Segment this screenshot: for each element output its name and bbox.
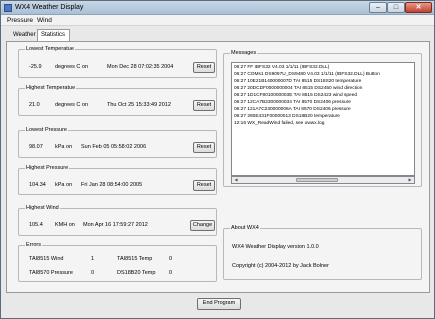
highest-wind-group: Highest Wind 105.4 KMH on Mon Apr 16 17:…	[18, 205, 217, 236]
highest-temperature-value: 21.0	[29, 102, 40, 108]
menu-bar: Pressure Wind	[1, 15, 434, 26]
highest-pressure-date: Fri Jan 28 08:54:00 2005	[81, 182, 143, 188]
highest-wind-value: 105.4	[29, 222, 43, 228]
messages-group: Messages 06:27 FF IBFS32 V4.03 1/1/11 (I…	[223, 50, 422, 187]
copyright-text: Copyright (c) 2004-2012 by Jack Bolner	[232, 263, 329, 269]
messages-listbox[interactable]: 06:27 FF IBFS32 V4.03 1/1/11 (IBFS32.DLL…	[231, 62, 415, 176]
main-window: WX4 Weather Display – □ ✕ Pressure Wind …	[0, 0, 435, 319]
group-title: Highest Temperatue	[25, 85, 77, 91]
lowest-pressure-value: 98.07	[29, 144, 43, 150]
error-label: DS18B20 Temp	[117, 270, 156, 276]
error-label: TAI8570 Pressure	[29, 270, 73, 276]
reset-highest-temperature-button[interactable]: Reset	[193, 100, 215, 111]
group-title: Lowest Pressure	[25, 127, 68, 133]
log-line: 06:27 121A7C230000006A TAI 8570 DS2406 p…	[234, 107, 351, 112]
messages-horizontal-scrollbar[interactable]: ◀ ▶	[231, 176, 415, 184]
scrollbar-thumb[interactable]	[296, 178, 338, 182]
highest-temperature-unit: degrees C on	[55, 102, 89, 108]
log-line: 06:27 10E21B140000007D TAI 8515 DS18S20 …	[234, 79, 362, 84]
error-label: TAI8515 Temp	[117, 256, 153, 262]
tab-statistics[interactable]: Statistics	[37, 29, 70, 41]
error-count: 1	[91, 256, 95, 262]
menu-pressure[interactable]: Pressure	[7, 17, 33, 24]
group-title: Errors	[25, 242, 42, 248]
lowest-pressure-unit: kPa on	[55, 144, 73, 150]
maximize-button[interactable]: □	[387, 2, 405, 13]
log-line: 06:27 12CA7B2300000034 TAI 8570 DS2406 p…	[234, 100, 351, 105]
highest-pressure-group: Highest Pressure 104.34 kPa on Fri Jan 2…	[18, 165, 217, 195]
highest-temperature-date: Thu Oct 25 15:33:49 2012	[107, 102, 171, 108]
minimize-button[interactable]: –	[369, 2, 387, 13]
log-line: 12:16 WX_ReadWind failed, see owwx.log	[234, 121, 325, 126]
lowest-pressure-date: Sun Feb 05 05:58:02 2006	[81, 144, 147, 150]
group-title: Lowest Temperatue	[25, 46, 75, 52]
error-label: TAI8515 Wind	[29, 256, 64, 262]
tab-weather[interactable]: Weather	[10, 30, 37, 41]
app-icon	[4, 4, 12, 12]
close-button[interactable]: ✕	[405, 2, 432, 13]
title-bar[interactable]: WX4 Weather Display – □ ✕	[1, 1, 434, 15]
lowest-pressure-group: Lowest Pressure 98.07 kPa on Sun Feb 05 …	[18, 127, 217, 158]
lowest-temperature-value: -25.9	[29, 64, 42, 70]
change-highest-wind-button[interactable]: Change	[190, 220, 215, 231]
error-count: 0	[91, 270, 95, 276]
highest-pressure-value: 104.34	[29, 182, 46, 188]
error-count: 0	[169, 256, 173, 262]
log-line: 06:27 280E431F00000013 DS18B20 temperatu…	[234, 114, 340, 119]
scroll-right-icon[interactable]: ▶	[406, 177, 414, 183]
group-title: Messages	[230, 50, 258, 56]
lowest-temperature-date: Mon Dec 28 07:02:35 2004	[107, 64, 174, 70]
log-line: 06:27 COMs1 DS9097U_DS9480 V4.03 1/1/11 …	[234, 72, 380, 77]
log-line: 06:27 1D1CF8010000003E TAI 8515 DS2423 w…	[234, 93, 358, 98]
error-count: 0	[169, 270, 173, 276]
log-line: 06:27 FF IBFS32 V4.03 1/1/11 (IBFS32.DLL…	[234, 65, 330, 70]
errors-group: Errors TAI8515 Wind 1 TAI8515 Temp 0 TAI…	[18, 242, 217, 282]
reset-lowest-pressure-button[interactable]: Reset	[193, 142, 215, 153]
end-program-button[interactable]: End Program	[197, 298, 241, 310]
scroll-left-icon[interactable]: ◀	[232, 177, 240, 183]
version-text: WX4 Weather Display version 1.0.0	[232, 244, 319, 250]
group-title: Highest Pressure	[25, 165, 70, 171]
highest-wind-unit: KMH on	[55, 222, 75, 228]
group-title: Highest Wind	[25, 205, 60, 211]
lowest-temperature-group: Lowest Temperatue -25.9 degrees C on Mon…	[18, 46, 217, 78]
highest-temperature-group: Highest Temperatue 21.0 degrees C on Thu…	[18, 85, 217, 116]
lowest-temperature-unit: degrees C on	[55, 64, 89, 70]
highest-pressure-unit: kPa on	[55, 182, 73, 188]
about-group: About WX4 WX4 Weather Display version 1.…	[223, 225, 422, 280]
statistics-panel: Lowest Temperatue -25.9 degrees C on Mon…	[6, 41, 430, 293]
reset-highest-pressure-button[interactable]: Reset	[193, 180, 215, 191]
window-title: WX4 Weather Display	[15, 4, 84, 11]
menu-wind[interactable]: Wind	[37, 17, 52, 24]
reset-lowest-temperature-button[interactable]: Reset	[193, 62, 215, 73]
log-line: 06:27 20DCDF0000000004 TAI 8515 DS2450 w…	[234, 86, 363, 91]
highest-wind-date: Mon Apr 16 17:59:27 2012	[83, 222, 148, 228]
group-title: About WX4	[230, 225, 260, 231]
